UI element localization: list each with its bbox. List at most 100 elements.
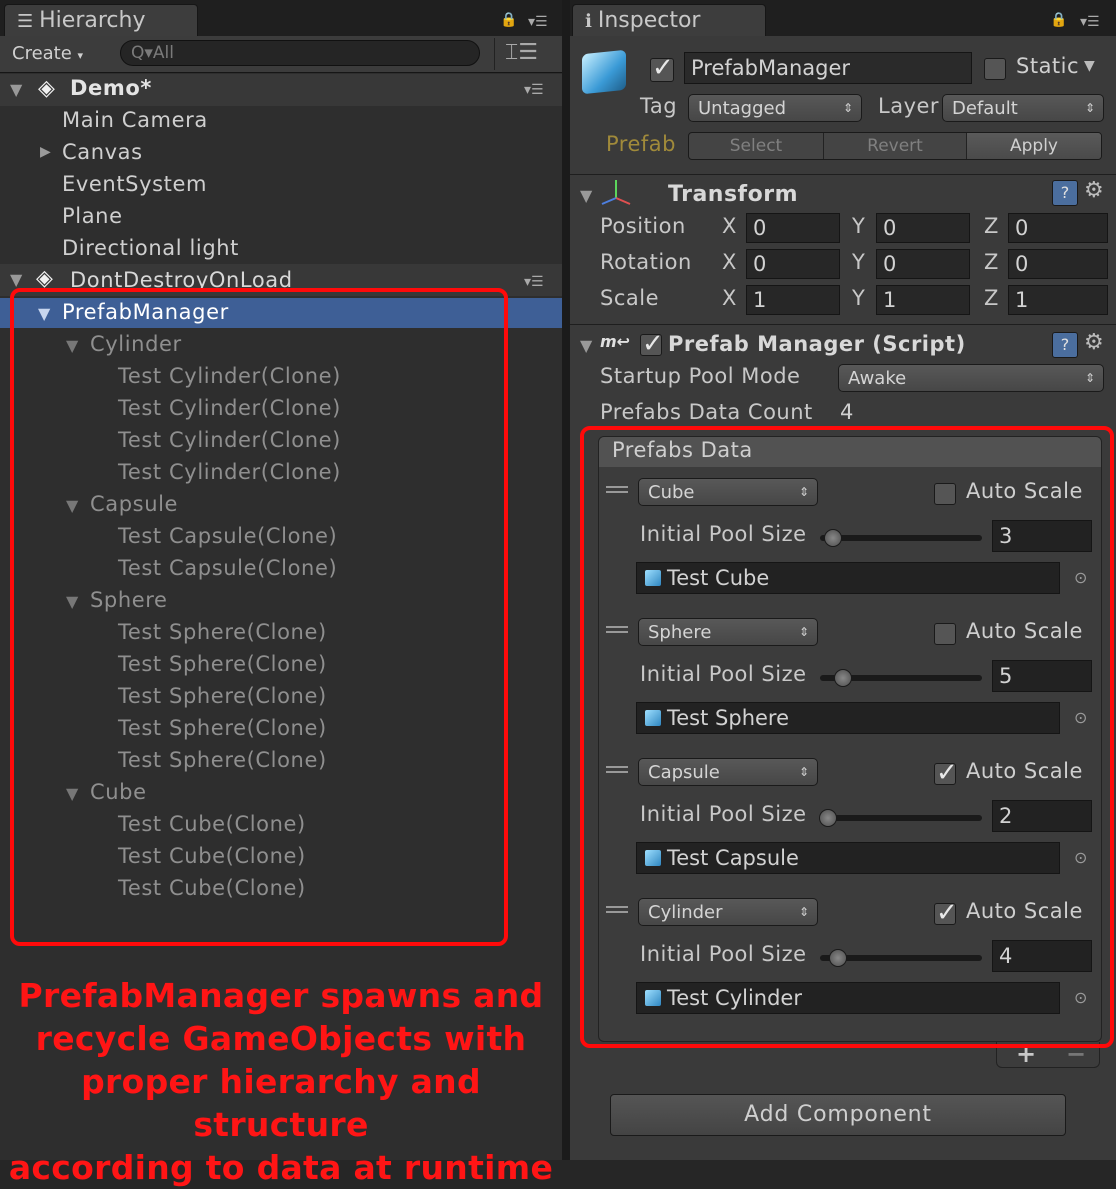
annotation-line: proper hierarchy and structure: [81, 1062, 481, 1144]
list-item[interactable]: Canvas: [62, 140, 143, 164]
gear-icon[interactable]: ⚙: [1084, 330, 1104, 355]
updown-arrow-icon: ⇕: [1084, 101, 1095, 115]
hierarchy-panel: ☰ Hierarchy 🔒 ▾☰ Create ▾ Q▾All ⌶☰ ▼ ◈ De…: [0, 0, 562, 1187]
collapse-arrow-icon[interactable]: ▼: [580, 336, 592, 355]
hierarchy-tab[interactable]: ☰ Hierarchy: [4, 4, 198, 36]
axis-label: Z: [984, 250, 999, 274]
gear-icon[interactable]: ⚙: [1084, 178, 1104, 203]
help-icon[interactable]: ?: [1052, 180, 1078, 206]
prefabs-data-count-label: Prefabs Data Count: [600, 400, 813, 424]
prefab-select-button[interactable]: Select: [689, 133, 823, 159]
list-item[interactable]: EventSystem: [62, 172, 207, 196]
transform-z-field[interactable]: 0: [1008, 249, 1108, 279]
object-name-field[interactable]: PrefabManager: [684, 52, 972, 84]
highlight-box: [580, 426, 1114, 1048]
inspector-tab-label: Inspector: [597, 8, 701, 33]
layer-value: Default: [952, 98, 1018, 119]
transform-row-label: Position: [600, 214, 686, 238]
script-enabled-checkbox[interactable]: ✓: [640, 329, 664, 359]
transform-x-field[interactable]: 0: [746, 249, 840, 279]
collapse-arrow-icon[interactable]: ▼: [10, 80, 22, 99]
axis-label: Y: [852, 214, 866, 238]
active-checkbox[interactable]: ✓: [650, 53, 674, 83]
scene-filter-icon[interactable]: ⌶☰: [505, 40, 538, 65]
annotation-line: PrefabManager spawns and: [18, 976, 544, 1015]
startup-pool-mode-value: Awake: [848, 368, 907, 389]
transform-y-field[interactable]: 0: [876, 213, 970, 243]
collapse-arrow-icon[interactable]: ▼: [10, 270, 22, 289]
toolbar-divider: [494, 38, 495, 70]
transform-y-field[interactable]: 1: [876, 285, 970, 315]
unity-logo-icon: ◈: [38, 76, 55, 101]
scene-menu-icon[interactable]: ▾☰: [524, 82, 544, 98]
separator: [570, 324, 1116, 325]
transform-x-field[interactable]: 0: [746, 213, 840, 243]
create-button[interactable]: Create ▾: [12, 40, 104, 68]
panel-divider[interactable]: [562, 0, 570, 1160]
list-item[interactable]: Main Camera: [62, 108, 208, 132]
list-item[interactable]: Plane: [62, 204, 123, 228]
lock-icon[interactable]: 🔒: [1050, 12, 1067, 28]
help-icon[interactable]: ?: [1052, 332, 1078, 358]
transform-title: Transform: [668, 182, 799, 207]
panel-menu-icon[interactable]: ▾☰: [528, 14, 548, 30]
layer-label: Layer: [878, 94, 940, 118]
tag-dropdown[interactable]: Untagged ⇕: [688, 94, 862, 122]
script-title: Prefab Manager (Script): [668, 332, 966, 356]
annotation-text: PrefabManager spawns and recycle GameObj…: [0, 974, 562, 1189]
prefab-apply-button[interactable]: Apply: [967, 133, 1101, 159]
checkmark-icon: ✓: [642, 329, 664, 359]
scene-menu-icon[interactable]: ▾☰: [524, 274, 544, 290]
startup-pool-mode-dropdown[interactable]: Awake ⇕: [838, 364, 1104, 392]
hierarchy-tab-label: Hierarchy: [39, 8, 146, 33]
dropdown-arrow-icon: ▾: [77, 49, 84, 62]
updown-arrow-icon: ⇕: [842, 101, 853, 115]
axis-label: X: [722, 250, 737, 274]
highlight-box: [10, 288, 508, 946]
static-checkbox[interactable]: [984, 58, 1006, 80]
static-label: Static: [1016, 54, 1080, 78]
gameobject-cube-icon: [582, 49, 626, 95]
transform-row-label: Scale: [600, 286, 659, 310]
transform-row-label: Rotation: [600, 250, 692, 274]
transform-z-field[interactable]: 1: [1008, 285, 1108, 315]
panel-menu-icon[interactable]: ▾☰: [1080, 14, 1100, 30]
annotation-line: according to data at runtime: [8, 1148, 554, 1187]
axis-label: X: [722, 214, 737, 238]
info-icon: ℹ: [585, 11, 592, 32]
startup-pool-mode-label: Startup Pool Mode: [600, 364, 801, 388]
lock-icon[interactable]: 🔒: [500, 12, 517, 28]
separator: [570, 174, 1116, 175]
search-placeholder: Q▾All: [131, 43, 174, 63]
checkmark-icon: ✓: [652, 53, 674, 83]
inspector-tab[interactable]: ℹ Inspector: [572, 4, 766, 36]
list-item[interactable]: Directional light: [62, 236, 239, 260]
collapse-arrow-icon[interactable]: ▼: [580, 186, 592, 205]
script-icon: m↩: [600, 332, 631, 351]
tag-value: Untagged: [698, 98, 787, 119]
axis-label: Z: [984, 214, 999, 238]
axis-label: X: [722, 286, 737, 310]
add-component-button[interactable]: Add Component: [610, 1094, 1066, 1136]
list-icon: ☰: [17, 11, 34, 32]
prefab-revert-button[interactable]: Revert: [824, 133, 966, 159]
tag-label: Tag: [640, 94, 678, 118]
prefab-label: Prefab: [606, 132, 676, 156]
search-input[interactable]: Q▾All: [120, 40, 480, 66]
axis-label: Y: [852, 250, 866, 274]
expand-arrow-icon[interactable]: ▶: [40, 144, 51, 160]
static-dropdown-icon[interactable]: ▼: [1084, 58, 1095, 74]
prefabs-data-count-value: 4: [840, 400, 854, 424]
transform-icon: [600, 178, 632, 215]
transform-x-field[interactable]: 1: [746, 285, 840, 315]
transform-z-field[interactable]: 0: [1008, 213, 1108, 243]
updown-arrow-icon: ⇕: [1084, 371, 1095, 385]
axis-label: Y: [852, 286, 866, 310]
layer-dropdown[interactable]: Default ⇕: [942, 94, 1104, 122]
create-label: Create: [12, 43, 72, 64]
scene-name: Demo*: [70, 76, 152, 100]
axis-label: Z: [984, 286, 999, 310]
annotation-line: recycle GameObjects with: [35, 1019, 527, 1058]
transform-y-field[interactable]: 0: [876, 249, 970, 279]
inspector-panel: ℹ Inspector 🔒 ▾☰ ✓ PrefabManager Static ▼…: [570, 0, 1116, 1160]
